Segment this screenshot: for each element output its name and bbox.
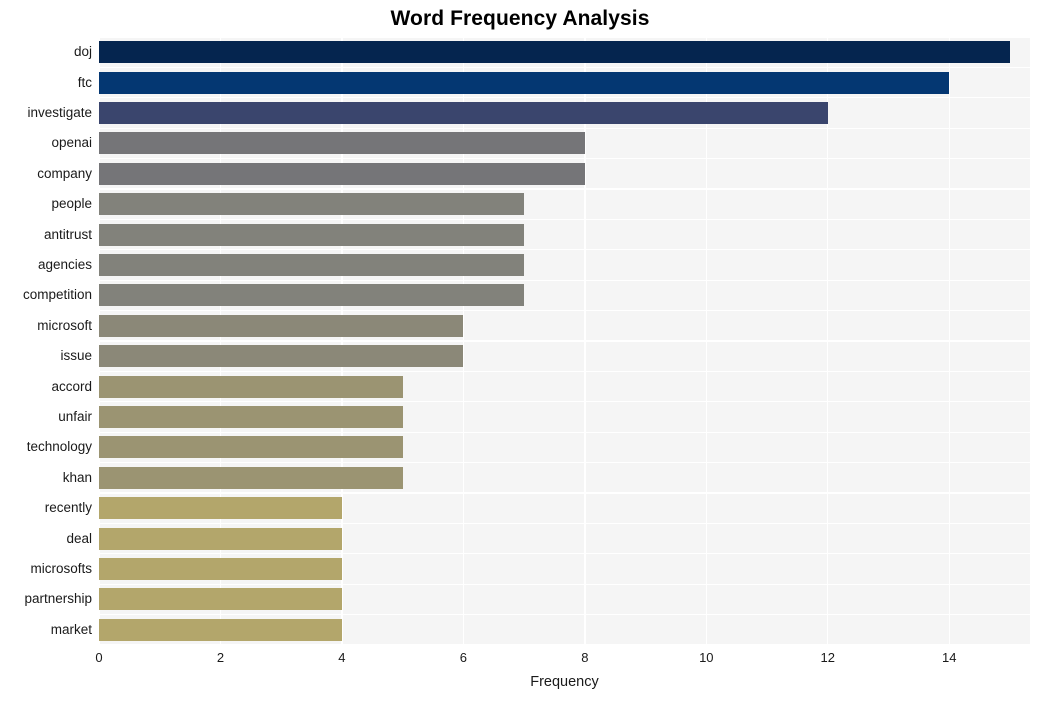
bar-openai[interactable] [99,132,585,155]
gridline-horizontal [99,401,1030,403]
bar-market[interactable] [99,618,342,641]
bar-partnership[interactable] [99,588,342,611]
gridline-horizontal [99,340,1030,342]
y-tick-label-issue: issue [60,348,92,364]
bar-people[interactable] [99,193,525,216]
bar-agencies[interactable] [99,254,525,276]
y-tick-label-deal: deal [66,530,92,546]
gridline-horizontal [99,644,1030,645]
gridline-horizontal [99,522,1030,525]
bar-recently[interactable] [99,497,342,520]
bar-antitrust[interactable] [99,223,525,246]
gridline-horizontal [99,613,1030,616]
y-tick-label-unfair: unfair [58,409,92,424]
gridline-horizontal [99,309,1030,312]
gridline-horizontal [99,492,1030,494]
y-tick-label-company: company [37,165,92,181]
gridline-horizontal [99,553,1030,555]
gridline-horizontal [99,37,1030,38]
y-tick-label-openai: openai [51,135,92,151]
y-tick-label-recently: recently [44,500,92,516]
gridline-horizontal [99,127,1030,129]
x-tick-label-12: 12 [820,650,835,665]
word-frequency-chart: Word Frequency Analysis doj ftc investigat… [0,0,1040,701]
y-tick-label-doj: doj [73,44,92,60]
bar-khan[interactable] [99,466,403,489]
gridline-horizontal [99,431,1030,433]
x-tick-label-0: 0 [95,650,103,665]
y-tick-label-microsofts: microsofts [30,561,92,576]
bar-competition[interactable] [99,284,525,307]
gridline-horizontal [99,279,1030,281]
y-tick-label-technology: technology [26,439,92,455]
bar-investigate[interactable] [99,102,828,124]
y-tick-label-investigate: investigate [27,105,92,120]
gridline-horizontal [99,583,1030,585]
bar-doj[interactable] [99,41,1010,64]
gridline-horizontal [99,66,1030,69]
x-tick-label-8: 8 [581,650,589,665]
y-tick-label-microsoft: microsoft [37,317,92,333]
gridline-horizontal [99,218,1030,221]
y-tick-label-khan: khan [62,469,92,485]
gridline-horizontal [99,97,1030,99]
x-tick-label-2: 2 [216,650,225,665]
bar-ftc[interactable] [99,71,950,94]
bar-microsoft[interactable] [99,314,464,337]
y-tick-label-accord: accord [51,378,92,394]
x-tick-label-14: 14 [941,650,957,665]
bar-issue[interactable] [99,345,464,368]
bar-microsofts[interactable] [99,558,342,580]
x-tick-label-10: 10 [699,650,714,665]
gridline-horizontal [99,461,1030,464]
y-tick-label-agencies: agencies [37,257,92,272]
bar-unfair[interactable] [99,406,403,428]
y-tick-label-ftc: ftc [77,74,92,90]
gridline-horizontal [99,249,1030,251]
bar-technology[interactable] [99,436,403,459]
gridline-horizontal [99,157,1030,160]
plot-area [99,37,1030,645]
gridline-horizontal [99,188,1030,190]
gridline-horizontal [99,370,1030,373]
bar-deal[interactable] [99,527,342,550]
x-axis-label: Frequency [530,674,599,690]
y-tick-label-partnership: partnership [24,591,92,607]
y-tick-label-antitrust: antitrust [43,226,92,242]
y-tick-label-people: people [51,196,92,212]
chart-title: Word Frequency Analysis [390,7,650,30]
y-tick-label-competition: competition [22,287,92,303]
x-tick-label-6: 6 [459,650,467,665]
x-tick-label-4: 4 [338,650,346,665]
bar-accord[interactable] [99,375,403,398]
y-tick-label-market: market [50,621,92,637]
bar-company[interactable] [99,162,585,185]
